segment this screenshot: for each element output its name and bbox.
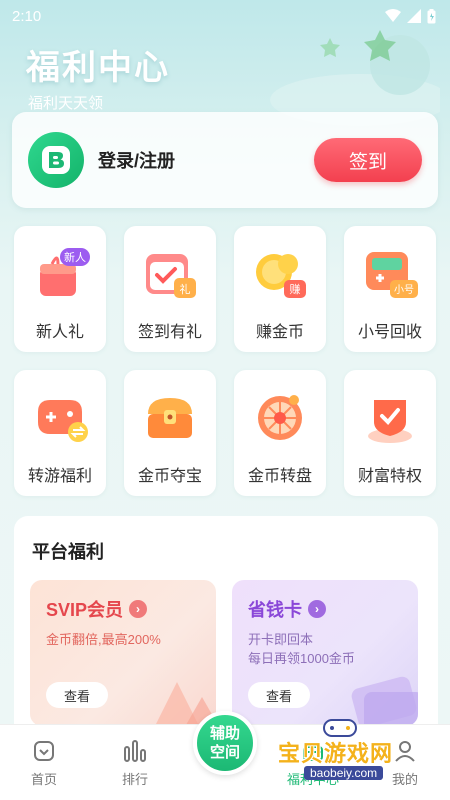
svip-decoration (155, 682, 216, 726)
tile-earn-coins[interactable]: 赚 赚金币 (234, 226, 326, 352)
saving-card[interactable]: 省钱卡 › 开卡即回本 每日再领1000金币 查看 (232, 580, 418, 726)
svip-card-desc: 金币翻倍,最高200% (46, 630, 200, 649)
signin-button[interactable]: 签到 (314, 138, 422, 182)
tile-label: 新人礼 (35, 324, 84, 341)
home-icon (34, 741, 54, 761)
tile-account-recycle[interactable]: 小号 小号回收 (344, 226, 436, 352)
badge-text: 赚 (290, 282, 301, 296)
tab-label: 首页 (30, 772, 57, 787)
saving-view-button[interactable]: 查看 (248, 682, 310, 708)
badge-text: 新人 (64, 250, 86, 264)
app-logo (28, 132, 84, 188)
tile-newcomer-gift[interactable]: 新人 新人礼 (14, 226, 106, 352)
tab-ranking[interactable]: 排行 (105, 739, 165, 788)
ranking-icon (124, 740, 146, 762)
saving-card-title: 省钱卡 (248, 600, 302, 620)
calendar-check-icon: 礼 (146, 254, 196, 298)
tile-wealth-privilege[interactable]: 财富特权 (344, 370, 436, 496)
tile-transfer-benefit[interactable]: 转游福利 (14, 370, 106, 496)
badge-text: 礼 (180, 282, 191, 296)
tab-label: 排行 (121, 772, 148, 787)
tile-coin-treasure[interactable]: 金币夺宝 (124, 370, 216, 496)
badge-text: 小号 (394, 284, 414, 296)
app-logo-icon (42, 146, 70, 174)
tile-label: 金币夺宝 (137, 468, 202, 485)
svip-view-button[interactable]: 查看 (46, 682, 108, 708)
watermark: 宝贝游戏网 baobeiy.com (276, 719, 444, 792)
feature-grid: 新人 新人礼 礼 签到有礼 赚 赚金币 小号 小号回收 转游福利 金币夺宝 金币… (14, 226, 438, 496)
center-tab-line: 辅助 (209, 725, 240, 742)
treasure-chest-icon (148, 398, 192, 438)
tab-home[interactable]: 首页 (14, 739, 74, 788)
center-tab-line: 空间 (209, 744, 240, 761)
tile-label: 签到有礼 (137, 324, 202, 341)
tile-label: 转游福利 (27, 468, 92, 485)
tile-coin-wheel[interactable]: 金币转盘 (234, 370, 326, 496)
svip-card-header: SVIP会员 › (46, 596, 200, 622)
svip-card[interactable]: SVIP会员 › 金币翻倍,最高200% 查看 (30, 580, 216, 726)
page-title: 福利中心 (26, 49, 170, 87)
svip-card-title: SVIP会员 (46, 600, 124, 620)
watermark-url: baobeiy.com (304, 766, 384, 780)
login-card: 登录/注册 签到 (12, 112, 438, 208)
status-time: 2:10 (12, 7, 42, 25)
saving-card-header: 省钱卡 › (248, 596, 402, 622)
watermark-text: 宝贝游戏网 (278, 741, 394, 766)
tile-label: 金币转盘 (247, 468, 312, 485)
gamepad-logo-icon (323, 719, 357, 737)
saving-desc-line: 开卡即回本 (248, 632, 314, 647)
tile-label: 小号回收 (357, 324, 422, 341)
page-subtitle: 福利天天领 (28, 95, 104, 112)
gift-bag-icon: 新人 (40, 248, 90, 296)
wealth-shield-icon (368, 400, 412, 443)
tile-checkin-gift[interactable]: 礼 签到有礼 (124, 226, 216, 352)
gamepad-recycle-icon: 小号 (366, 252, 418, 298)
platform-title: 平台福利 (32, 542, 104, 562)
wheel-icon (258, 395, 302, 440)
tile-label: 财富特权 (357, 468, 422, 485)
coins-icon: 赚 (256, 254, 306, 298)
svip-desc-line: 金币翻倍,最高200% (46, 632, 161, 647)
tile-label: 赚金币 (255, 324, 304, 341)
login-register-link[interactable]: 登录/注册 (98, 147, 314, 173)
tab-assist-space[interactable]: 辅助 空间 (193, 711, 257, 775)
gamepad-transfer-icon (38, 400, 88, 442)
chevron-right-icon: › (308, 600, 326, 618)
chevron-right-icon: › (129, 600, 148, 618)
